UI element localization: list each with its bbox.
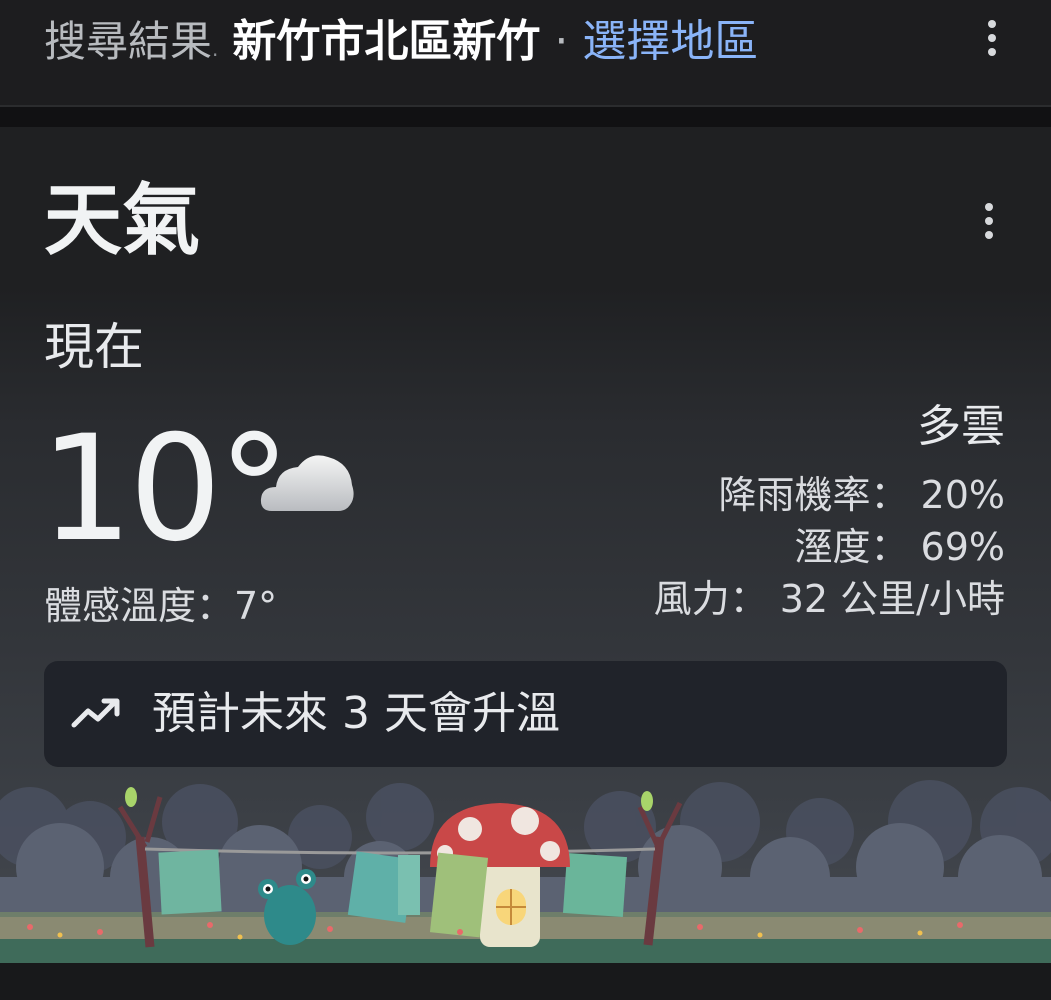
humidity: 溼度： 69% [794, 525, 1005, 569]
precipitation-chance: 降雨機率： 20% [718, 473, 1005, 517]
wind-speed: 風力： 32 公里/小時 [653, 577, 1005, 621]
feels-like-temperature: 體感溫度：7° [44, 584, 278, 628]
choose-region-link[interactable]: 選擇地區 [582, 16, 758, 67]
search-breadcrumb: 搜尋結果. 新竹市北區新竹 · 選擇地區 [44, 16, 759, 67]
card-title: 天氣 [44, 176, 201, 266]
section-divider [0, 107, 1051, 127]
weather-details: 多雲 降雨機率： 20% 溼度： 69% 風力： 32 公里/小時 [654, 397, 1005, 625]
card-more-options-icon[interactable] [985, 203, 995, 245]
bottom-bar [0, 963, 1051, 1000]
weather-illustration [0, 780, 1051, 963]
search-header: 搜尋結果. 新竹市北區新竹 · 選擇地區 [0, 0, 1051, 107]
current-temperature: 10° [40, 404, 291, 574]
trend-text: 預計未來 3 天會升溫 [152, 688, 560, 739]
now-label: 現在 [44, 318, 144, 376]
header-more-options-icon[interactable] [988, 20, 998, 62]
trending-up-icon [71, 698, 120, 728]
weather-condition: 多雲 [917, 401, 1005, 452]
location-name[interactable]: 新竹市北區新竹 [232, 16, 540, 67]
search-results-label: 搜尋結果 [44, 17, 213, 66]
temperature-trend-banner[interactable]: 預計未來 3 天會升溫 [44, 661, 1007, 767]
separator-dot: · [554, 16, 569, 67]
cloud-icon [258, 445, 358, 515]
weather-card: 天氣 現在 10° 體感溫度：7° 多雲 降雨機率： 20% 溼度： 69% 風… [0, 127, 1051, 963]
